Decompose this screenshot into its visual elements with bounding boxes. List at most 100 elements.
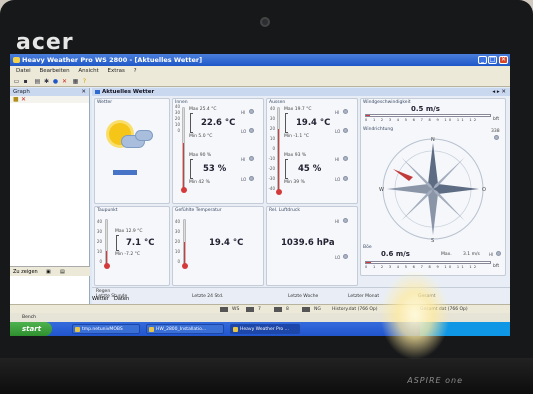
maximize-button[interactable]: □ [488,56,497,64]
outdoor-tile: Aussen 40 30 20 10 0 -10 -20 -30 -40 Max 19.7 °C… [266,98,358,204]
outdoor-hum-lo-button[interactable] [343,176,348,181]
tab-wetter[interactable]: Wetter [92,294,109,304]
new-file-icon[interactable]: ▭ [13,78,20,85]
app-icon [13,57,20,63]
taskbar: Bench start tmp.netunivMOBS HW_2800_Inst… [10,313,510,336]
dewpoint-max: Max 12.9 °C [115,229,143,234]
folder-icon [75,327,80,332]
gust-hi-button[interactable] [496,251,501,256]
task-item[interactable]: tmp.netunivMOBS [72,324,140,334]
battery-icon [274,307,282,312]
wind-direction-button[interactable] [494,135,499,140]
menu-bar: Datei Bearbeiten Ansicht Extras ? [10,66,510,76]
outdoor-lo-label: LO [335,129,341,134]
outdoor-thermometer [277,107,280,191]
pressure-hi-label: HI [335,219,340,224]
pressure-tile: Rel. Luftdruck HI 1039.6 hPa LO [266,206,358,286]
rain-footer: Regen Letzte Stunde Letzte 24 Std. Letzt… [92,287,510,299]
pressure-lo-label: LO [335,255,341,260]
feels-like-value: 19.4 °C [209,238,244,248]
outdoor-temp: 19.4 °C [296,118,331,128]
tab-icon-a[interactable]: ▣ [46,267,51,277]
outdoor-thermo-fill [278,129,279,190]
indoor-hum-hi-button[interactable] [249,156,254,161]
gust-title: Böe [363,245,372,250]
indoor-tile: Innen 40 30 20 10 0 Max 25.4 °C 22.6 °C Min … [172,98,264,204]
status-bar: WS 7 8 NG History.dat (766 Op) Gesamt da… [10,304,510,313]
weather-app-icon [233,327,238,332]
outdoor-temp-scale: 40 30 20 10 0 -10 -20 -30 -40 [268,106,275,191]
wind-direction-title: Windrichtung [363,127,394,132]
delete-icon[interactable]: ✕ [61,78,68,85]
outdoor-hum-hi-button[interactable] [343,156,348,161]
feels-like-thermometer [183,219,186,265]
outdoor-hum: 45 % [298,164,322,174]
rain-last-month: Letzter Monat [348,294,380,299]
pressure-hi-button[interactable] [343,218,348,223]
graph-panel-header: Graph ✕ [10,88,89,96]
outdoor-hi-label: HI [335,110,340,115]
indoor-lo-button[interactable] [249,128,254,133]
gust-bar [365,261,491,264]
graph-area[interactable] [10,103,89,293]
menu-ansicht[interactable]: Ansicht [78,68,98,74]
menu-help[interactable]: ? [134,68,137,74]
tab-icon-b[interactable]: ▤ [60,267,65,277]
print-icon[interactable]: ▦ [72,78,79,85]
weather-tab-icon [95,90,100,94]
pressure-title: Rel. Luftdruck [269,208,300,213]
wind-speed-title: Windgeschwindigkeit [363,100,411,105]
wind-direction-value: 338 [491,129,500,134]
compass-o: O [482,187,486,193]
chart-icon[interactable]: ▤ [34,78,41,85]
installer-icon [149,327,154,332]
save-icon[interactable]: ▪ [22,78,29,85]
graph-panel-title: Graph [13,89,30,95]
menu-extras[interactable]: Extras [107,68,124,74]
feels-like-tile: Gefühlte Temperatur 40 30 20 10 0 19.4 °C [172,206,264,286]
remove-icon[interactable]: ✕ [21,96,26,103]
feels-like-thermo-fill [184,242,185,264]
doc-tab-title: Aktuelles Wetter [102,89,155,95]
info-icon[interactable]: ● [52,78,59,85]
indoor-temp-max: Max 25.4 °C [189,107,217,112]
menu-datei[interactable]: Datei [16,68,31,74]
outdoor-temp-min: Min -1.1 °C [284,134,310,139]
task-item[interactable]: HW_2800_Installatio... [146,324,224,334]
tab-daten[interactable]: Daten [114,294,129,304]
dewpoint-title: Taupunkt [97,208,118,213]
folder-icon[interactable]: ■ [13,96,19,103]
task-item-active[interactable]: Heavy Weather Pro ... [230,324,300,334]
minimize-button[interactable]: _ [478,56,487,64]
pressure-lo-button[interactable] [343,254,348,259]
indoor-lo-label: LO [241,129,247,134]
gust-speed: 0.6 m/s [381,250,410,258]
feels-like-scale: 40 30 20 10 0 [174,219,180,264]
outdoor-hum-hi-label: HI [335,157,340,162]
feels-like-title: Gefühlte Temperatur [175,208,222,213]
settings-icon[interactable]: ✱ [43,78,50,85]
compass-w: W [379,187,384,193]
system-tray[interactable] [420,322,510,336]
help-icon[interactable]: ? [81,78,88,85]
start-button[interactable]: start [10,322,52,336]
acer-logo: acer [16,30,74,55]
compass-n: N [431,137,435,143]
indoor-temp: 22.6 °C [201,118,236,128]
close-button[interactable]: ✕ [499,56,508,64]
indoor-hum-lo-button[interactable] [249,176,254,181]
menu-bearbeiten[interactable]: Bearbeiten [39,68,69,74]
dewpoint-tile: Taupunkt 40 30 20 10 0 Max 12.9 °C 7.1 °C Mi… [94,206,170,286]
indoor-thermo-fill [183,143,184,188]
tab-zu-zeigen[interactable]: Zu zeigen [13,267,38,277]
doc-tab-controls[interactable]: ◂ ▸ ✕ [492,88,506,96]
bench-row: Bench [10,313,510,322]
graph-close-icon[interactable]: ✕ [81,88,86,96]
rain-total: Gesamt [418,294,436,299]
indoor-hi-button[interactable] [249,109,254,114]
outdoor-lo-button[interactable] [343,128,348,133]
indoor-thermometer [182,107,185,189]
doc-tab-aktuelles-wetter[interactable]: Aktuelles Wetter ◂ ▸ ✕ [92,88,510,96]
cloud-icon-small [135,130,153,141]
outdoor-hi-button[interactable] [343,109,348,114]
